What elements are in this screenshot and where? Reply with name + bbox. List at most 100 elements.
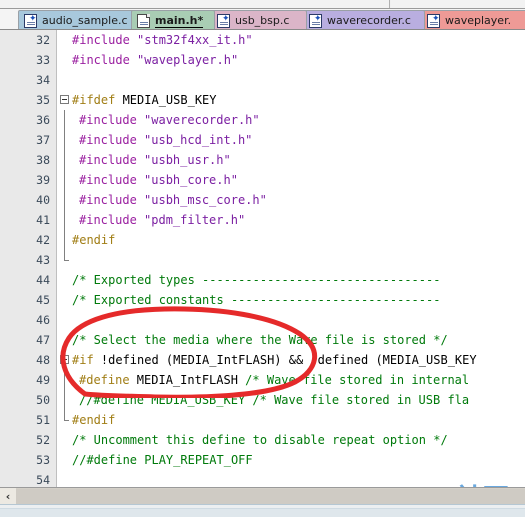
code-line-row[interactable]: 53 //#define PLAY_REPEAT_OFF [0,450,525,470]
code-line-text[interactable]: #endif [72,410,115,430]
editor-tab-main-h[interactable]: main.h* [131,10,215,29]
code-line-text[interactable]: /* Exported constants ------------------… [72,290,440,310]
code-line-row[interactable]: 37 #include "usb_hcd_int.h" [0,130,525,150]
code-token-ppm: #include [72,53,138,67]
line-number: 44 [36,273,50,287]
code-token-pp: #define [79,373,137,387]
code-line-row[interactable]: 35 #ifdef MEDIA_USB_KEY [0,90,525,110]
code-line-text[interactable]: #include "waveplayer.h" [72,50,238,70]
fold-collapse-box[interactable] [60,95,69,104]
code-line-text[interactable]: #include "usb_hcd_int.h" [79,130,252,150]
line-number: 33 [36,53,50,67]
code-line-row[interactable]: 50 //#define MEDIA_USB_KEY /* Wave file s… [0,390,525,410]
code-line-text[interactable]: #if !defined (MEDIA_IntFLASH) && !define… [72,350,477,370]
horizontal-scrollbar[interactable]: ‹ [0,487,525,504]
code-token-cmt: /* Exported constants ------------------… [72,293,441,307]
code-token-ppm: #include [79,153,145,167]
code-line-text[interactable]: /* Exported types ----------------------… [72,270,440,290]
line-number: 52 [36,433,50,447]
code-line-row[interactable]: 36 #include "waverecorder.h" [0,110,525,130]
c-file-icon: ✦ [427,13,440,28]
code-line-row[interactable]: 52 /* Uncomment this define to disable re… [0,430,525,450]
editor-tab-bar: ✦ audio_sample.c main.h* ✦ usb_bsp.c ✦ waverec… [0,9,525,30]
line-number: 46 [36,313,50,327]
code-token-cmt: /* Wave file stored in USB fla [252,393,470,407]
code-token-ppm: #include [79,193,145,207]
fold-guide-line [64,390,65,410]
line-number: 51 [36,413,50,427]
fold-collapse-box[interactable] [60,355,69,364]
code-token-ppm: #include [79,173,145,187]
scrollbar-track[interactable] [16,488,525,504]
editor-tab-audio-sample-c[interactable]: ✦ audio_sample.c [18,10,135,29]
code-line-row[interactable]: 34 [0,70,525,90]
code-token-cmt: /* Select the media where the Wave file … [72,333,448,347]
code-line-row[interactable]: 45 /* Exported constants ----------------… [0,290,525,310]
code-line-row[interactable]: 32 #include "stm32f4xx_it.h" [0,30,525,50]
tab-label: usb_bsp.c [235,14,290,27]
code-line-row[interactable]: 44 /* Exported types --------------------… [0,270,525,290]
code-line-row[interactable]: 41 #include "pdm_filter.h" [0,210,525,230]
code-line-row[interactable]: 40 #include "usbh_msc_core.h" [0,190,525,210]
code-token-str: "usb_hcd_int.h" [144,133,253,147]
code-line-row[interactable]: 47 /* Select the media where the Wave fil… [0,330,525,350]
fold-guide-line [64,150,65,170]
code-line-row[interactable]: 49 #define MEDIA_IntFLASH /* Wave file st… [0,370,525,390]
code-text-area[interactable]: 32 #include "stm32f4xx_it.h" 33 #include "w… [0,30,525,487]
tab-label: waveplayer. [445,14,512,27]
tab-label: waverecorder.c [327,14,411,27]
code-line-text[interactable]: //#define PLAY_REPEAT_OFF [72,450,253,470]
code-line-row[interactable]: 38 #include "usbh_usr.h" [0,150,525,170]
code-line-row[interactable]: 51 #endif [0,410,525,430]
code-line-row[interactable]: 54 [0,470,525,487]
fold-guide-line-end [64,250,65,260]
toolbar-segment-left [0,0,390,8]
code-line-row[interactable]: 39 #include "usbh_core.h" [0,170,525,190]
code-line-row[interactable]: 46 [0,310,525,330]
file-icon-lines [140,21,148,26]
tab-label: main.h* [155,13,204,28]
scroll-left-arrow-icon[interactable]: ‹ [0,488,16,504]
fold-guide-line [64,170,65,190]
code-line-text[interactable]: #endif [72,230,115,250]
editor-tab-waveplayer[interactable]: ✦ waveplayer. [421,10,525,29]
code-line-row[interactable]: 42 #endif [0,230,525,250]
file-icon-lines [27,21,35,26]
fold-guide-line [64,370,65,390]
editor-pane[interactable]: 32 #include "stm32f4xx_it.h" 33 #include "w… [0,30,525,487]
line-number: 42 [36,233,50,247]
c-file-icon: ✦ [309,13,322,28]
code-line-text[interactable]: #include "usbh_usr.h" [79,150,231,170]
file-icon-lines [220,21,228,26]
code-line-text[interactable]: #include "stm32f4xx_it.h" [72,30,253,50]
code-line-text[interactable]: #define MEDIA_IntFLASH /* Wave file stor… [79,370,469,390]
editor-tab-waverecorder-c[interactable]: ✦ waverecorder.c [303,10,425,29]
fold-guide-line [64,130,65,150]
code-token-str: "usbh_core.h" [144,173,238,187]
code-token-pp: #endif [72,413,116,427]
code-line-text[interactable]: #include "usbh_core.h" [79,170,238,190]
fold-guide-line [64,230,65,250]
code-line-text[interactable]: //#define MEDIA_USB_KEY /* Wave file sto… [79,390,469,410]
line-number: 32 [36,33,50,47]
fold-guide-line [64,190,65,210]
fold-guide-line [64,110,65,130]
code-token-ppm: #include [79,133,145,147]
code-line-row[interactable]: 33 #include "waveplayer.h" [0,50,525,70]
code-line-row[interactable]: 43 [0,250,525,270]
line-number: 41 [36,213,50,227]
fold-end-tick [64,260,69,261]
code-line-text[interactable]: /* Select the media where the Wave file … [72,330,448,350]
code-line-text[interactable]: #include "waverecorder.h" [79,110,260,130]
code-line-text[interactable]: #include "usbh_msc_core.h" [79,190,267,210]
code-editor-window: ✦ audio_sample.c main.h* ✦ usb_bsp.c ✦ waverec… [0,0,525,517]
c-file-icon: ✦ [217,13,230,28]
line-number: 34 [36,73,50,87]
code-line-row[interactable]: 48 #if !defined (MEDIA_IntFLASH) && !defi… [0,350,525,370]
code-token-pp: #ifdef [72,93,123,107]
code-token-cmt: /* Uncomment this define to disable repe… [72,433,448,447]
code-line-text[interactable]: #include "pdm_filter.h" [79,210,245,230]
editor-tab-usb-bsp-c[interactable]: ✦ usb_bsp.c [211,10,307,29]
code-line-text[interactable]: #ifdef MEDIA_USB_KEY [72,90,217,110]
code-line-text[interactable]: /* Uncomment this define to disable repe… [72,430,448,450]
